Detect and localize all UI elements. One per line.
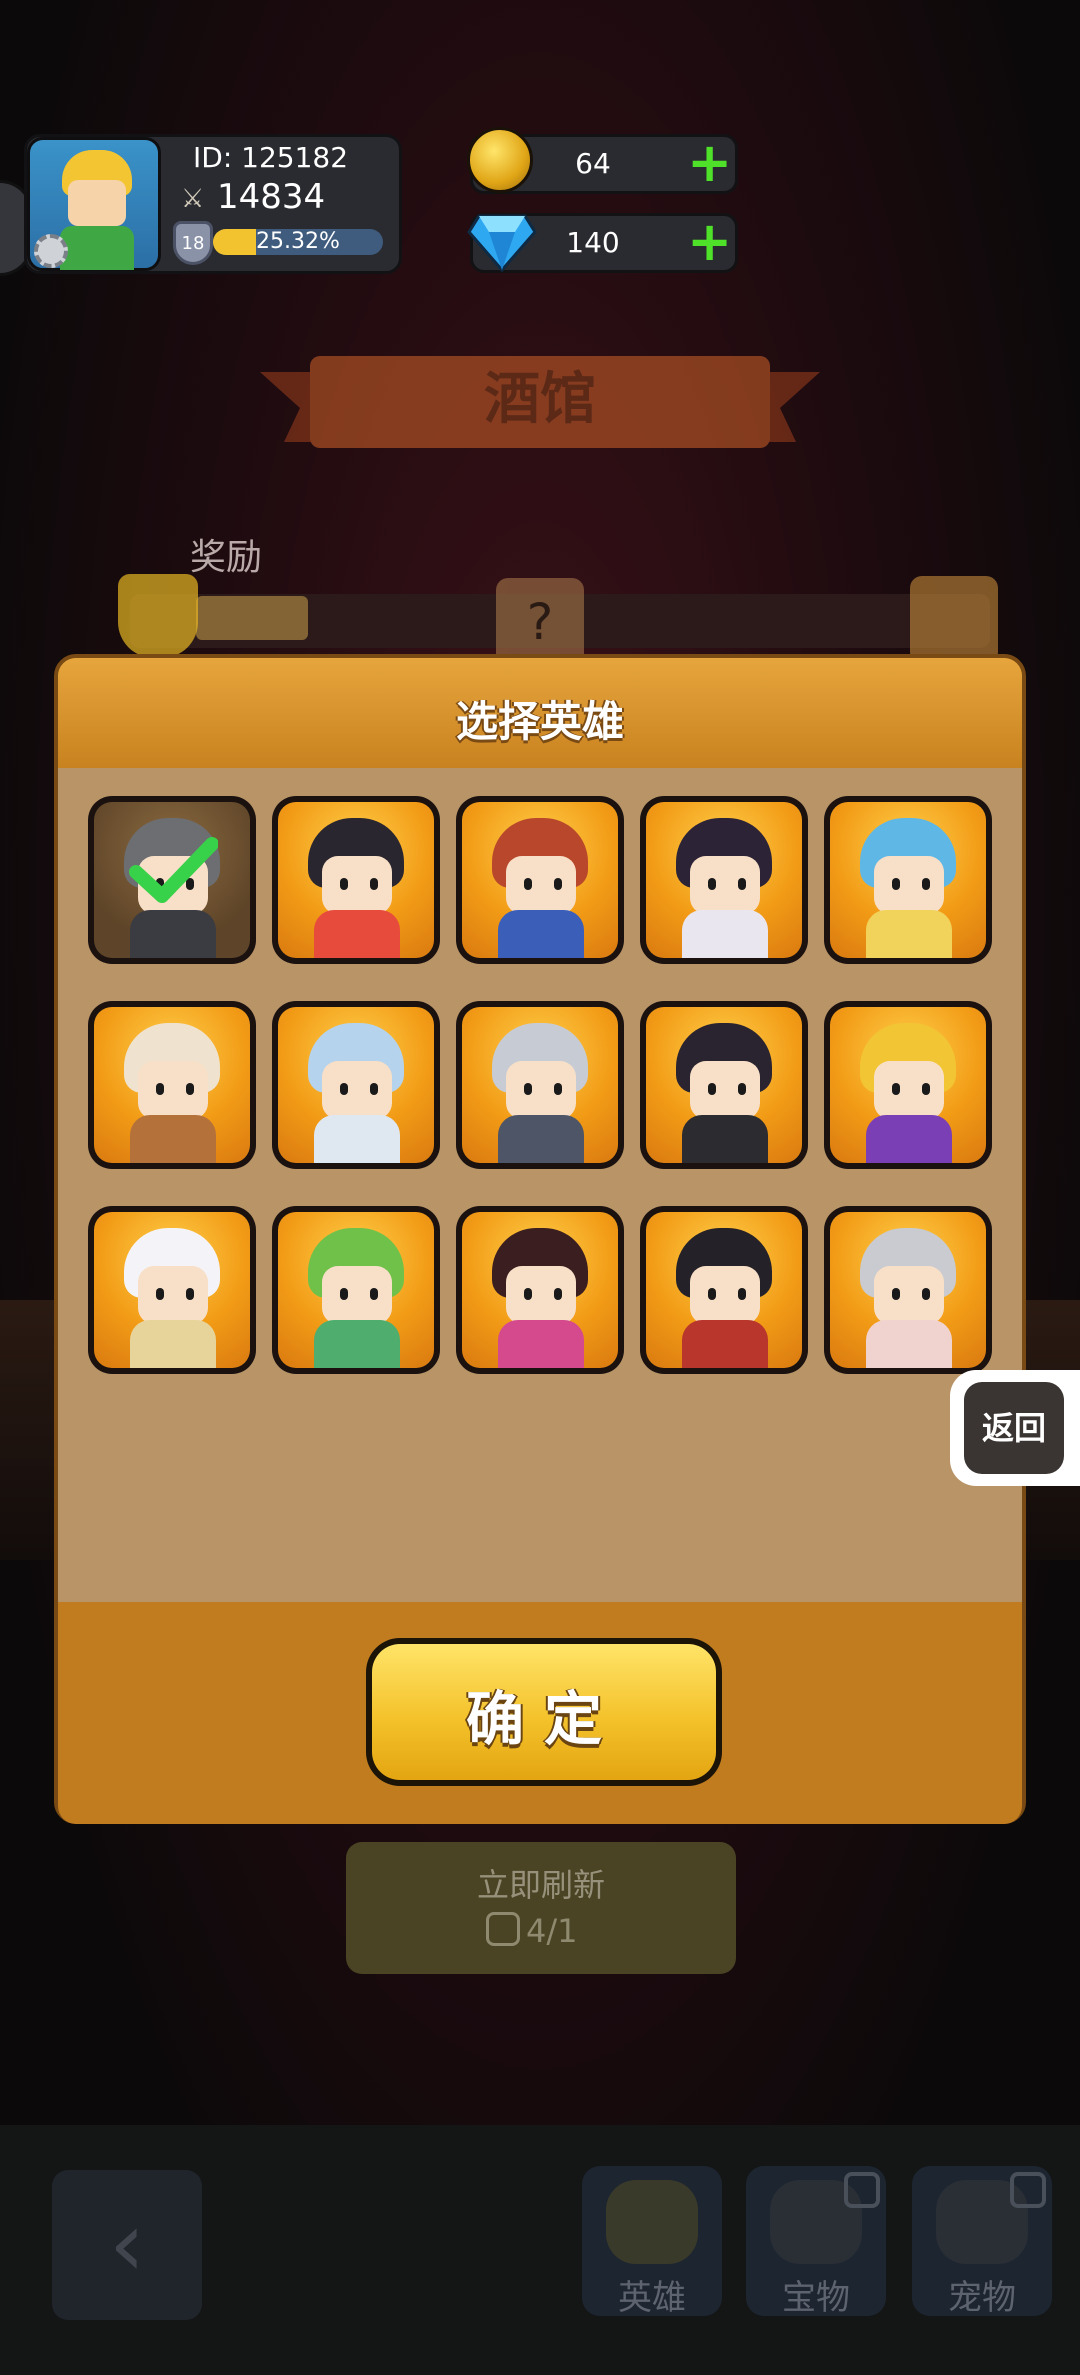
- tab-pets[interactable]: 宠物: [912, 2166, 1052, 2318]
- hero-portrait: [94, 1212, 250, 1368]
- lock-icon: [844, 2172, 880, 2208]
- hero-portrait: [462, 802, 618, 958]
- refresh-ticket-icon: [486, 1912, 520, 1946]
- reward-shield-icon: [118, 574, 198, 658]
- player-id: ID: 125182: [193, 141, 349, 174]
- hero-card[interactable]: [456, 1206, 624, 1374]
- diamond-value: 140: [566, 226, 620, 259]
- coin-icon: [467, 127, 533, 193]
- reward-label: 奖励: [190, 537, 263, 578]
- avatar[interactable]: [27, 137, 161, 271]
- hero-reward-icon[interactable]: [910, 576, 998, 664]
- add-diamond-button[interactable]: +: [687, 215, 732, 269]
- hero-card[interactable]: [456, 796, 624, 964]
- hero-portrait: [830, 1212, 986, 1368]
- add-gold-button[interactable]: +: [687, 136, 732, 190]
- hero-card[interactable]: [88, 796, 256, 964]
- tab-pets-label: 宠物: [948, 2278, 1016, 2318]
- hero-card[interactable]: [272, 1001, 440, 1169]
- hero-portrait: [646, 802, 802, 958]
- hero-tab-icon: [606, 2180, 698, 2264]
- hero-portrait: [278, 1212, 434, 1368]
- hero-portrait: [646, 1212, 802, 1368]
- hero-card[interactable]: [640, 1206, 808, 1374]
- swords-icon: ⚔: [181, 184, 205, 214]
- tab-treasures[interactable]: 宝物: [746, 2166, 886, 2318]
- gold-value: 64: [575, 147, 611, 180]
- hero-card[interactable]: [456, 1001, 624, 1169]
- hero-portrait: [94, 1007, 250, 1163]
- diamond-icon: [467, 214, 537, 273]
- hero-portrait: [278, 1007, 434, 1163]
- hero-portrait: [278, 802, 434, 958]
- select-hero-dialog: 选择英雄 确定: [54, 654, 1026, 1824]
- hero-portrait: [462, 1007, 618, 1163]
- confirm-label: 确定: [465, 1685, 622, 1753]
- gold-counter: 64 +: [467, 127, 738, 194]
- dialog-title: 选择英雄: [455, 697, 624, 746]
- exp-bar: 25.32%: [213, 229, 383, 255]
- hero-portrait: [646, 1007, 802, 1163]
- hero-card[interactable]: [88, 1206, 256, 1374]
- mystery-reward-icon[interactable]: ?: [496, 578, 584, 666]
- player-card[interactable]: ID: 125182 ⚔ 14834 18 25.32%: [24, 134, 402, 274]
- confirm-button[interactable]: 确定: [366, 1638, 722, 1786]
- tab-heroes-label: 英雄: [618, 2278, 686, 2318]
- hero-grid: [88, 796, 1000, 1374]
- hero-card[interactable]: [824, 796, 992, 964]
- checkmark-icon: [129, 837, 218, 903]
- hero-card[interactable]: [272, 796, 440, 964]
- refresh-label: 立即刷新: [476, 1866, 605, 1904]
- hero-portrait: [830, 802, 986, 958]
- gear-icon[interactable]: [34, 234, 68, 268]
- hero-portrait: [462, 1212, 618, 1368]
- hero-card[interactable]: [640, 1001, 808, 1169]
- combat-power: 14834: [217, 177, 326, 217]
- chevron-left-icon: ‹: [109, 2192, 145, 2297]
- refresh-count: 4/1: [526, 1912, 578, 1950]
- refresh-button[interactable]: 立即刷新 4/1: [346, 1842, 736, 1974]
- hero-card[interactable]: [88, 1001, 256, 1169]
- hero-card[interactable]: [272, 1206, 440, 1374]
- lock-icon: [1010, 2172, 1046, 2208]
- hero-card[interactable]: [640, 796, 808, 964]
- tab-treasures-label: 宝物: [782, 2278, 850, 2318]
- tavern-title: 酒馆: [484, 367, 596, 432]
- back-label: 返回: [964, 1382, 1064, 1474]
- hero-card[interactable]: [824, 1001, 992, 1169]
- diamond-counter: 140 +: [467, 213, 738, 273]
- nav-back-button[interactable]: ‹: [52, 2170, 202, 2320]
- exp-percent: 25.32%: [256, 229, 340, 254]
- hero-card[interactable]: [824, 1206, 992, 1374]
- reward-progress-fill: [196, 596, 308, 640]
- back-button[interactable]: 返回: [950, 1370, 1080, 1486]
- hero-portrait: [830, 1007, 986, 1163]
- level-shield-icon: 18: [173, 221, 213, 265]
- tab-heroes[interactable]: 英雄: [582, 2166, 722, 2318]
